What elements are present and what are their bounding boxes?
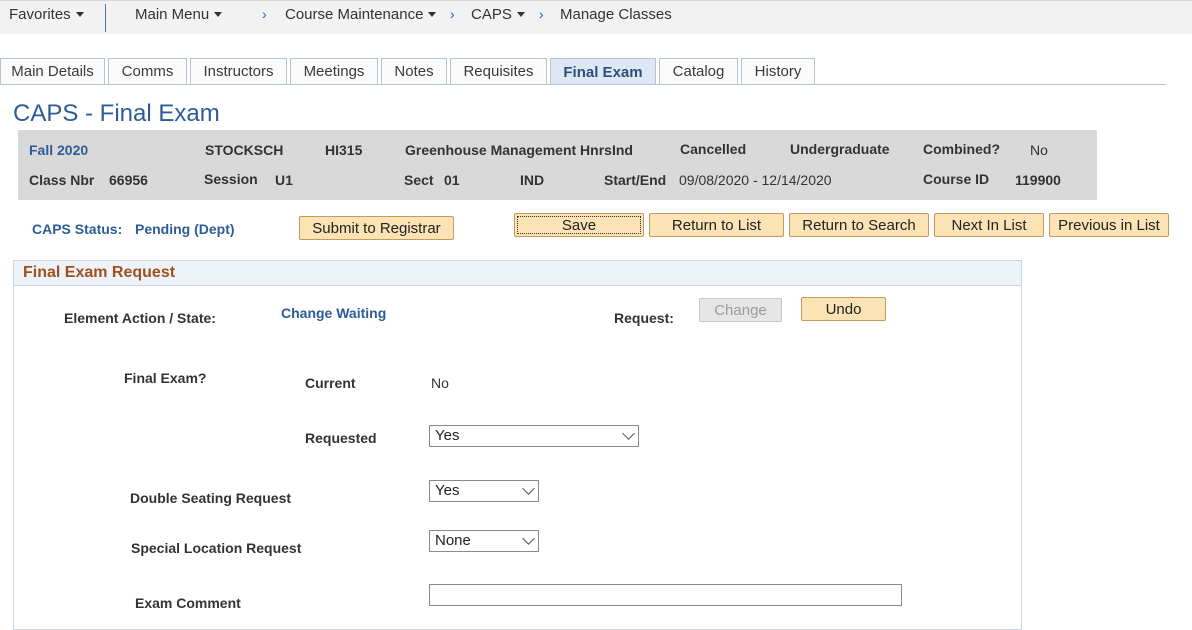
session-label: Session	[204, 171, 258, 187]
requested-label: Requested	[305, 430, 377, 446]
tab-label: Meetings	[303, 63, 365, 80]
course-id-label: Course ID	[923, 171, 990, 187]
requested-select[interactable]: Yes	[429, 425, 639, 447]
chevron-down-icon	[75, 11, 84, 17]
tab-underline	[0, 84, 1166, 85]
tab-meetings[interactable]: Meetings	[290, 58, 378, 84]
chevron-down-icon	[522, 482, 535, 495]
chevron-right-icon: ›	[450, 6, 455, 22]
requested-select-value: Yes	[435, 427, 460, 444]
term: Fall 2020	[29, 142, 89, 158]
final-exam-label: Final Exam?	[124, 370, 207, 386]
sect-value: 01	[444, 172, 460, 188]
chevron-right-icon: ›	[539, 6, 544, 22]
request-label: Request:	[614, 310, 674, 326]
tab-label: Catalog	[672, 63, 725, 80]
tab-history[interactable]: History	[741, 58, 815, 84]
career: Undergraduate	[790, 141, 890, 157]
class-info-box: Fall 2020 STOCKSCH HI315 Greenhouse Mana…	[18, 130, 1097, 200]
special-location-select[interactable]: None	[429, 530, 539, 552]
class-status: Cancelled	[680, 141, 747, 157]
course-code: HI315	[325, 142, 363, 158]
save-button[interactable]: Save	[514, 213, 644, 237]
tab-label: Instructors	[203, 63, 274, 80]
main-menu-label: Main Menu	[135, 6, 210, 23]
element-action-value: Change Waiting	[281, 305, 387, 321]
top-nav-bar: Favorites Main Menu › Course Maintenance…	[0, 0, 1192, 34]
start-end-label: Start/End	[604, 172, 667, 188]
dept: STOCKSCH	[205, 142, 284, 158]
tab-comms[interactable]: Comms	[108, 58, 187, 84]
course-title: Greenhouse Management HnrsInd	[405, 142, 633, 158]
tab-catalog[interactable]: Catalog	[659, 58, 738, 84]
change-button[interactable]: Change	[699, 298, 782, 322]
course-id-value: 119900	[1015, 172, 1061, 188]
previous-in-list-button[interactable]: Previous in List	[1049, 213, 1169, 237]
double-seating-select-value: Yes	[435, 482, 460, 499]
next-in-list-button[interactable]: Next In List	[934, 213, 1044, 237]
current-value: No	[431, 375, 449, 391]
breadcrumb-manage-classes[interactable]: Manage Classes	[560, 6, 672, 23]
special-location-label: Special Location Request	[131, 540, 302, 556]
favorites-label: Favorites	[9, 6, 71, 23]
main-menu[interactable]: Main Menu	[135, 6, 223, 23]
breadcrumb-label: CAPS	[471, 6, 512, 23]
caps-status-value: Pending (Dept)	[135, 221, 235, 237]
tab-label: Requisites	[463, 63, 534, 80]
tab-requisites[interactable]: Requisites	[450, 58, 547, 84]
tab-notes[interactable]: Notes	[381, 58, 447, 84]
special-location-select-value: None	[435, 532, 471, 549]
class-nbr-value: 66956	[109, 172, 148, 188]
submit-to-registrar-button[interactable]: Submit to Registrar	[299, 216, 454, 240]
start-end-value: 09/08/2020 - 12/14/2020	[679, 172, 832, 188]
current-label: Current	[305, 375, 356, 391]
tab-label: History	[754, 63, 802, 80]
combined-label: Combined?	[923, 141, 1000, 157]
chevron-right-icon: ›	[262, 6, 267, 22]
panel-title: Final Exam Request	[23, 264, 176, 281]
chevron-down-icon	[214, 11, 223, 17]
double-seating-label: Double Seating Request	[130, 490, 292, 506]
tab-final-exam[interactable]: Final Exam	[550, 58, 656, 85]
undo-button[interactable]: Undo	[801, 297, 886, 321]
panel-header: Final Exam Request	[14, 261, 1021, 286]
chevron-down-icon	[622, 427, 635, 440]
component: IND	[520, 172, 545, 188]
session-value: U1	[275, 172, 293, 188]
tab-label: Comms	[121, 63, 174, 80]
tab-main-details[interactable]: Main Details	[0, 58, 105, 84]
tab-label: Final Exam	[563, 63, 643, 81]
double-seating-select[interactable]: Yes	[429, 480, 539, 502]
caps-status-label: CAPS Status:	[32, 221, 123, 237]
favorites-menu[interactable]: Favorites	[9, 6, 84, 23]
nav-divider	[105, 4, 106, 32]
exam-comment-label: Exam Comment	[135, 595, 241, 611]
element-action-label: Element Action / State:	[64, 310, 216, 326]
breadcrumb-label: Course Maintenance	[285, 6, 424, 23]
chevron-down-icon	[516, 11, 525, 17]
page-title: CAPS - Final Exam	[13, 100, 220, 127]
breadcrumb-course-maintenance[interactable]: Course Maintenance	[285, 6, 437, 23]
tab-label: Main Details	[11, 63, 94, 80]
tab-instructors[interactable]: Instructors	[190, 58, 287, 84]
class-nbr-label: Class Nbr	[29, 172, 95, 188]
breadcrumb-label: Manage Classes	[560, 6, 672, 23]
exam-comment-input[interactable]	[429, 584, 902, 606]
return-to-search-button[interactable]: Return to Search	[789, 213, 929, 237]
tab-label: Notes	[394, 63, 434, 80]
combined-value: No	[1030, 142, 1048, 158]
chevron-down-icon	[522, 532, 535, 545]
chevron-down-icon	[428, 11, 437, 17]
breadcrumb-caps[interactable]: CAPS	[471, 6, 525, 23]
sect-label: Sect	[404, 172, 434, 188]
return-to-list-button[interactable]: Return to List	[649, 213, 784, 237]
